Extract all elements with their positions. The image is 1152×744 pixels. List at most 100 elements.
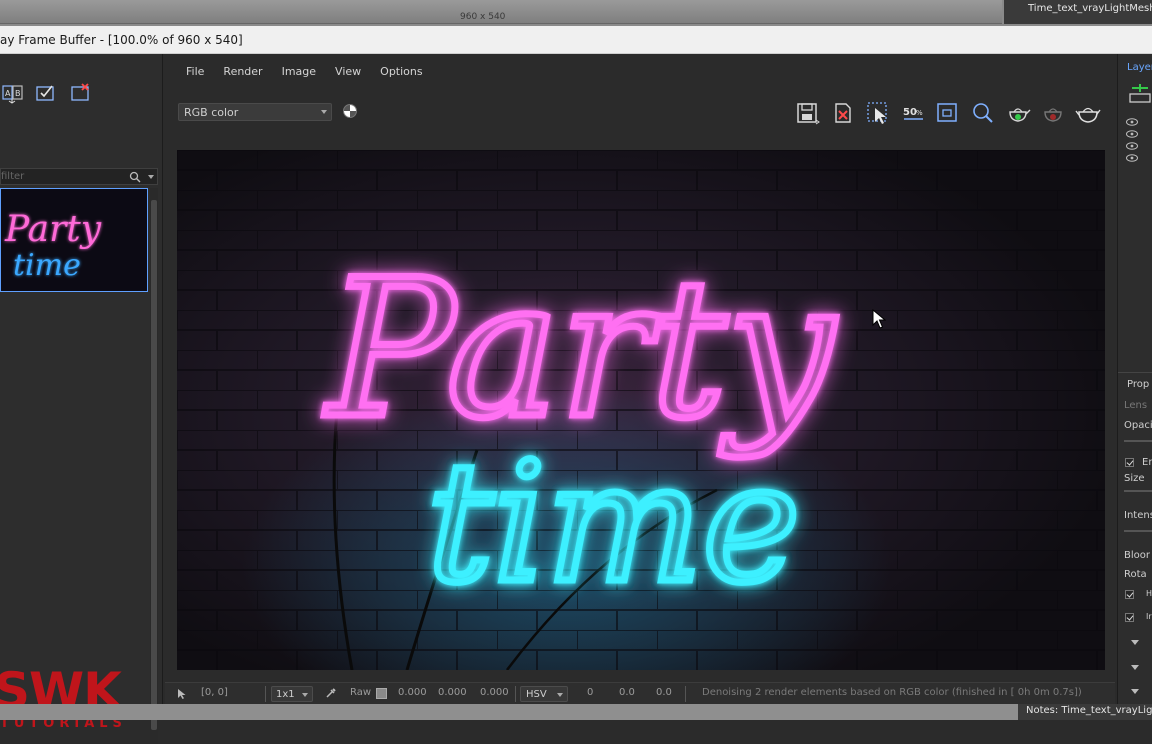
i-label: Ir xyxy=(1146,612,1152,621)
chevron-down-icon xyxy=(557,693,563,697)
opacity-slider[interactable] xyxy=(1124,440,1152,442)
color-swatch xyxy=(376,688,387,699)
size-label: Size xyxy=(1124,473,1145,484)
clear-image-icon[interactable] xyxy=(830,100,856,126)
zoom-dropdown[interactable]: 1x1 xyxy=(271,686,313,702)
rotation-label: Rota xyxy=(1124,569,1147,580)
chevron-down-icon xyxy=(321,110,327,114)
enable-checkbox[interactable] xyxy=(1125,458,1134,467)
opacity-label: Opaci xyxy=(1124,420,1152,431)
size-slider[interactable] xyxy=(1124,490,1152,492)
lens-label: Lens xyxy=(1124,400,1148,411)
thumbnail-text-line2: time xyxy=(13,248,81,283)
svg-text:50: 50 xyxy=(903,107,917,118)
viewport-size-label: 960 x 540 xyxy=(460,12,506,22)
neon-text-time: time xyxy=(427,427,800,619)
add-layer-icon[interactable] xyxy=(1128,84,1152,104)
svg-text:%: % xyxy=(916,109,923,117)
history-toolbar: AB xyxy=(0,78,160,108)
window-title: ay Frame Buffer - [100.0% of 960 x 540] xyxy=(0,33,243,47)
channel-dropdown[interactable]: RGB color xyxy=(178,103,332,121)
svg-text:A: A xyxy=(5,89,11,98)
track-mouse-icon[interactable] xyxy=(865,100,891,126)
raw-value-b: 0.000 xyxy=(480,687,509,698)
chevron-down-icon[interactable] xyxy=(1131,665,1139,670)
rendered-image: Party time xyxy=(177,150,1105,670)
mouse-cursor-icon xyxy=(872,309,886,329)
status-message: Denoising 2 render elements based on RGB… xyxy=(702,687,1082,698)
pixel-coords: [0, 0] xyxy=(201,687,228,698)
compare-ab-icon[interactable]: AB xyxy=(2,82,24,104)
properties-header: Prop xyxy=(1127,379,1150,390)
raw-label: Raw xyxy=(350,687,372,698)
chevron-down-icon[interactable] xyxy=(148,175,154,179)
menu-bar: File Render Image View Options xyxy=(165,62,434,82)
save-history-icon[interactable] xyxy=(35,82,57,104)
viewport-header: 960 x 540 xyxy=(0,0,1002,24)
color-mode-dropdown[interactable]: HSV xyxy=(520,686,568,702)
object-name-field[interactable]: Time_text_vrayLightMesh xyxy=(1004,0,1152,24)
chevron-down-icon xyxy=(302,693,308,697)
thumbnail-text-line1: Party xyxy=(4,209,102,250)
color-mode-value: HSV xyxy=(526,689,547,700)
zoom-value: 1x1 xyxy=(276,689,295,700)
delete-history-icon[interactable] xyxy=(70,82,92,104)
pixel-info-icon[interactable] xyxy=(177,688,187,700)
region-render-icon[interactable] xyxy=(935,100,961,126)
separator xyxy=(515,686,516,702)
eye-icon[interactable] xyxy=(1126,154,1138,162)
raw-value-g: 0.000 xyxy=(438,687,467,698)
chevron-down-icon[interactable] xyxy=(1131,689,1139,694)
background-bottom-strip: Notes: Time_text_vrayLigh xyxy=(0,704,1152,720)
raw-value-r: 0.000 xyxy=(398,687,427,698)
zoom-50-icon[interactable]: 50% xyxy=(901,100,927,126)
channel-selected-value: RGB color xyxy=(184,106,239,119)
status-bar: [0, 0] 1x1 Raw 0.000 0.000 0.000 HSV 0 0… xyxy=(165,682,1115,704)
menu-file[interactable]: File xyxy=(165,62,215,82)
separator xyxy=(265,686,266,702)
eyedropper-icon[interactable] xyxy=(325,687,337,699)
background-viewport-strip: 960 x 540 Time_text_vrayLightMesh xyxy=(0,0,1152,26)
render-teapot-icon[interactable] xyxy=(1005,100,1031,126)
render-last-icon[interactable] xyxy=(970,100,996,126)
notes-text: Notes: Time_text_vrayLigh xyxy=(1026,705,1152,716)
layers-panel: Layer Prop Lens Opaci En Size Intens Blo… xyxy=(1117,54,1152,704)
h-checkbox[interactable] xyxy=(1125,590,1134,599)
object-name-text: Time_text_vrayLightMesh xyxy=(1028,3,1152,14)
scrollbar-thumb[interactable] xyxy=(151,200,157,730)
notes-field[interactable]: Notes: Time_text_vrayLigh xyxy=(1018,704,1152,720)
stop-render-icon[interactable] xyxy=(1040,100,1066,126)
filter-placeholder: filter xyxy=(1,171,25,182)
menu-render[interactable]: Render xyxy=(215,62,273,82)
render-viewport[interactable]: Party time xyxy=(177,150,1105,670)
menu-image[interactable]: Image xyxy=(274,62,327,82)
eye-icon[interactable] xyxy=(1126,130,1138,138)
menu-view[interactable]: View xyxy=(327,62,372,82)
render-toolbar: 50% xyxy=(795,98,1105,126)
svg-text:B: B xyxy=(15,89,21,98)
history-thumbnail[interactable]: Party time xyxy=(0,188,148,292)
history-panel: AB filter Party time SWK TUTORIALS xyxy=(0,54,163,744)
hsv-value-h: 0 xyxy=(587,687,594,698)
search-icon[interactable] xyxy=(129,171,141,183)
save-image-icon[interactable] xyxy=(795,100,821,126)
menu-options[interactable]: Options xyxy=(372,62,433,82)
window-title-bar[interactable]: ay Frame Buffer - [100.0% of 960 x 540] xyxy=(0,26,1152,54)
i-checkbox[interactable] xyxy=(1125,613,1134,622)
h-label: H xyxy=(1146,589,1152,598)
separator xyxy=(685,686,686,702)
eye-icon[interactable] xyxy=(1126,118,1138,126)
frame-buffer-main: File Render Image View Options RGB color… xyxy=(165,54,1115,704)
eye-icon[interactable] xyxy=(1126,142,1138,150)
intensity-slider[interactable] xyxy=(1124,530,1152,532)
history-filter-input[interactable]: filter xyxy=(0,168,158,185)
hsv-value-v: 0.0 xyxy=(656,687,672,698)
color-picker-icon[interactable] xyxy=(343,104,357,118)
chevron-down-icon[interactable] xyxy=(1131,640,1139,645)
panel-divider xyxy=(1118,372,1152,373)
history-scrollbar[interactable] xyxy=(150,188,158,744)
render-setup-icon[interactable] xyxy=(1075,100,1101,126)
bloom-label: Bloor xyxy=(1124,550,1150,561)
layers-header[interactable]: Layer xyxy=(1127,62,1152,73)
intensity-label: Intens xyxy=(1124,510,1152,521)
